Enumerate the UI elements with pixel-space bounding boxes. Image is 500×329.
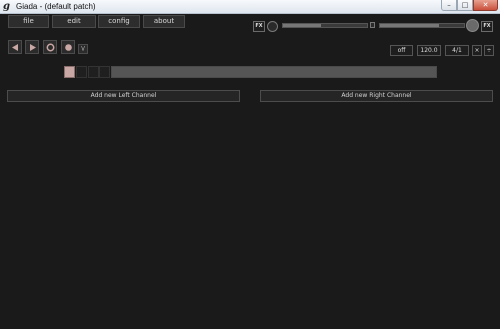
giada-logo-icon: g — [3, 1, 10, 12]
rewind-button[interactable] — [8, 40, 22, 54]
output-volume-knob[interactable] — [466, 19, 479, 32]
rewind-icon — [12, 44, 18, 51]
beat-cell — [75, 66, 87, 78]
output-level-fill — [380, 24, 439, 27]
beat-cell — [99, 66, 111, 78]
close-button[interactable]: ✕ — [473, 0, 498, 11]
input-level-meter — [282, 23, 368, 28]
menu-edit-button[interactable]: edit — [52, 15, 96, 28]
input-level-fill — [283, 24, 321, 27]
bpm-button[interactable]: 120.0 — [417, 45, 441, 56]
beat-cell — [64, 66, 75, 78]
output-level-meter — [379, 23, 465, 28]
input-fx-button[interactable]: FX — [253, 21, 265, 32]
input-monitor-toggle[interactable] — [370, 22, 375, 28]
play-button[interactable] — [25, 40, 39, 54]
beat-meter — [64, 66, 111, 78]
record-actions-icon — [46, 43, 55, 52]
add-left-channel-button[interactable]: Add new Left Channel — [7, 90, 240, 102]
quantize-select[interactable]: off — [390, 45, 413, 56]
output-fx-button[interactable]: FX — [481, 21, 493, 32]
metronome-button[interactable]: \/ — [78, 44, 88, 54]
record-actions-button[interactable] — [43, 40, 57, 54]
record-input-button[interactable] — [61, 40, 75, 54]
window-title: Giada - (default patch) — [16, 2, 96, 11]
beats-meter-button[interactable]: 4/1 — [445, 45, 469, 56]
beat-meter-track — [111, 66, 437, 78]
beat-cell — [87, 66, 99, 78]
input-volume-knob[interactable] — [267, 21, 278, 32]
record-input-icon — [65, 44, 72, 51]
menu-file-button[interactable]: file — [8, 15, 49, 28]
menu-about-button[interactable]: about — [143, 15, 185, 28]
beats-divide-button[interactable]: × — [472, 45, 482, 56]
maximize-button[interactable]: □ — [457, 0, 473, 11]
play-icon — [30, 44, 36, 51]
add-right-channel-button[interactable]: Add new Right Channel — [260, 90, 493, 102]
menu-config-button[interactable]: config — [98, 15, 140, 28]
minimize-button[interactable]: – — [441, 0, 457, 11]
beats-multiply-button[interactable]: ÷ — [484, 45, 494, 56]
window-title-bar[interactable]: g Giada - (default patch) – □ ✕ — [0, 0, 500, 14]
